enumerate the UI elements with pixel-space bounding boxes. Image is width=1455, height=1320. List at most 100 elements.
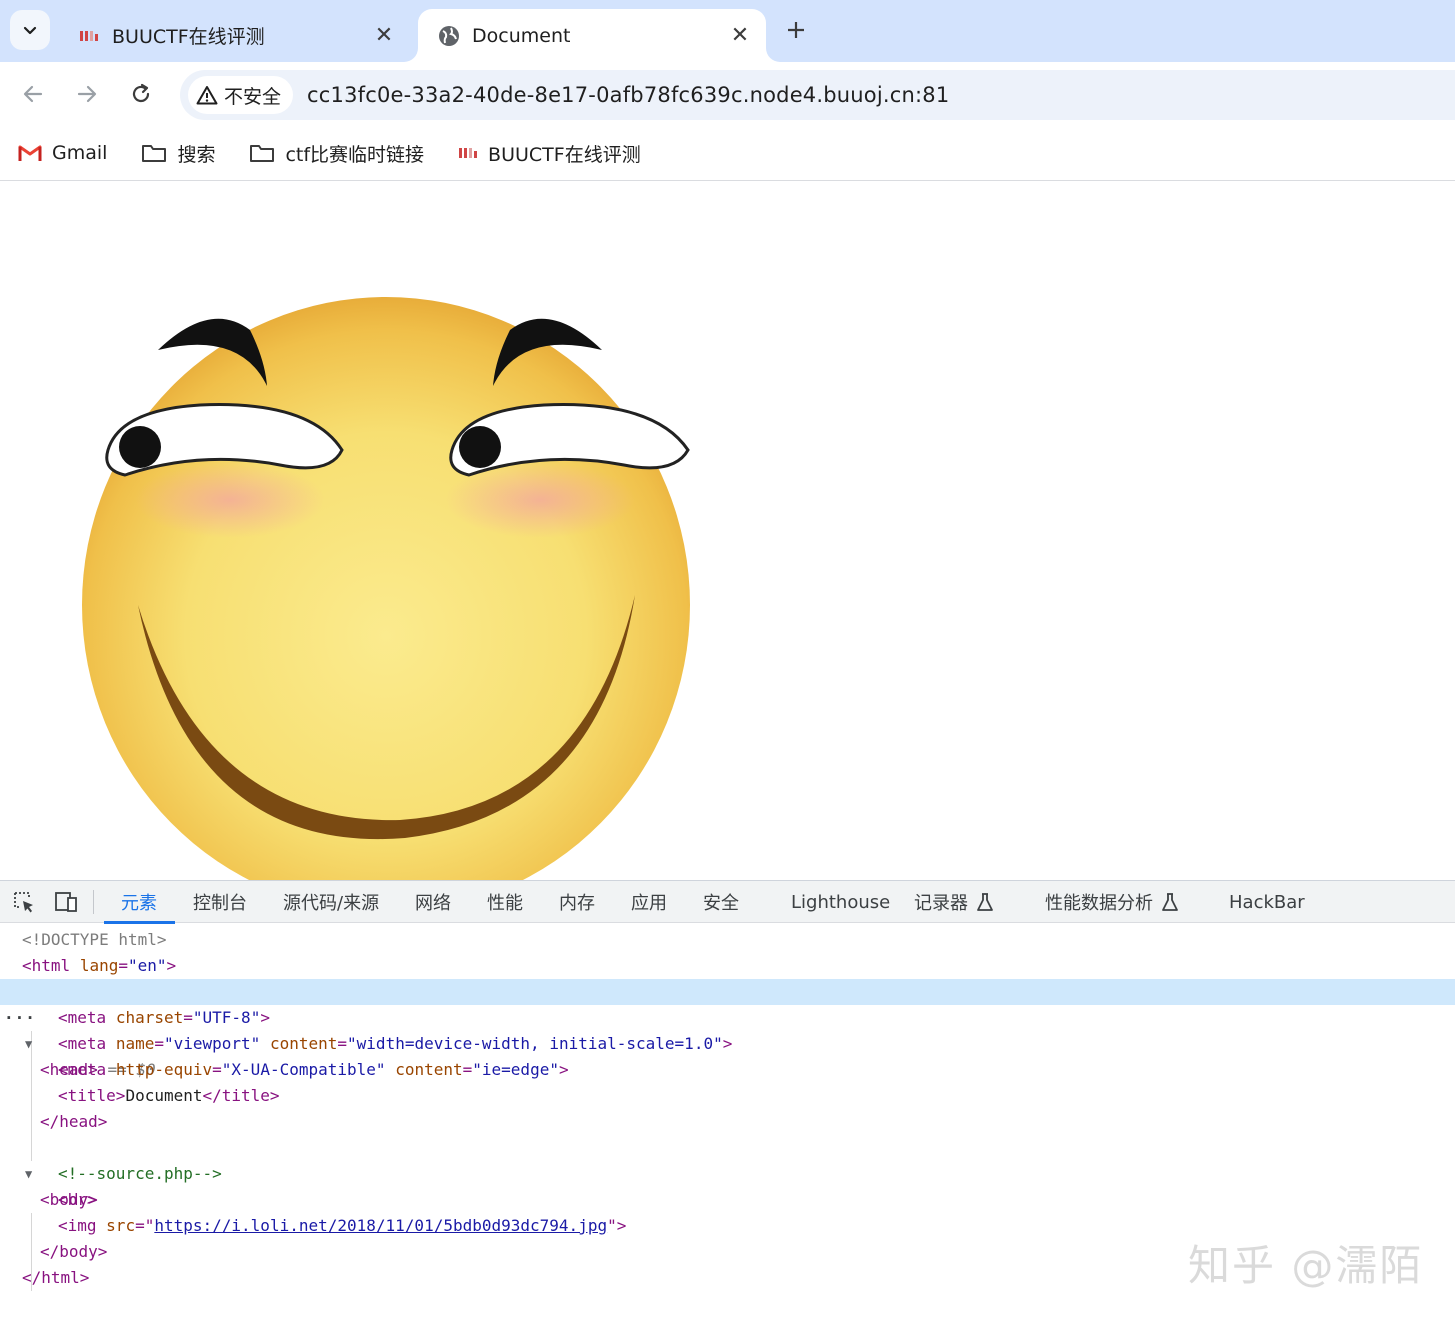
attr-value: "UTF-8"	[192, 1008, 261, 1027]
tab-title: Document	[472, 24, 571, 47]
forward-button[interactable]	[69, 76, 105, 112]
smirking-emoji-image	[82, 297, 690, 880]
gmail-icon	[18, 144, 42, 162]
attr-name: content	[269, 1034, 338, 1053]
devtools-tab-bar: 元素 控制台 源代码/来源 网络 性能 内存 应用 安全 Lighthouse …	[0, 881, 1455, 924]
reload-icon	[132, 83, 150, 103]
attr-value: "width=device-width, initial-scale=1.0"	[347, 1034, 723, 1053]
back-button[interactable]	[15, 76, 51, 112]
dom-node-doctype[interactable]: <!DOCTYPE html>	[0, 927, 1455, 953]
tab-label: 性能数据分析	[1045, 893, 1153, 914]
devtools-tab-sources[interactable]: 源代码/来源	[283, 881, 379, 923]
attr-name: name	[115, 1034, 155, 1053]
bookmarks-bar: Gmail 搜索 ctf比赛临时链接 BUUCTF在线评测	[0, 126, 1455, 181]
tab-label: 控制台	[193, 893, 247, 914]
dom-node-html[interactable]: <html lang="en">	[0, 953, 1455, 979]
tag-text: <html	[22, 956, 71, 975]
toolbar-divider	[93, 890, 94, 914]
tab-document[interactable]: Document ✕	[418, 9, 766, 62]
folder-icon	[141, 143, 167, 163]
bookmark-label: Gmail	[52, 142, 108, 164]
devtools-tab-console[interactable]: 控制台	[193, 881, 247, 923]
devtools-tab-recorder[interactable]: 记录器	[914, 881, 994, 923]
tab-label: HackBar	[1229, 891, 1305, 913]
reload-button[interactable]	[123, 76, 159, 112]
dom-node-meta-viewport[interactable]: <meta name="viewport" content="width=dev…	[0, 1031, 1455, 1057]
buuctf-favicon	[458, 146, 478, 160]
address-bar[interactable]: 不安全 cc13fc0e-33a2-40de-8e17-0afb78fc639c…	[180, 70, 1455, 120]
devtools-tab-elements[interactable]: 元素	[104, 881, 175, 924]
browser-toolbar: 不安全 cc13fc0e-33a2-40de-8e17-0afb78fc639c…	[0, 62, 1455, 126]
bookmark-folder-ctf[interactable]: ctf比赛临时链接	[249, 140, 424, 167]
tag-text: <img	[58, 1216, 97, 1235]
bookmark-folder-search[interactable]: 搜索	[141, 140, 215, 167]
inspect-icon	[14, 892, 33, 913]
close-icon[interactable]: ✕	[726, 22, 754, 50]
attr-value: "X-UA-Compatible"	[221, 1060, 386, 1079]
tag-text: >	[722, 1034, 733, 1053]
device-toolbar-button[interactable]	[52, 889, 80, 915]
attr-name: src	[106, 1216, 136, 1235]
devtools-tab-performance[interactable]: 性能	[487, 881, 523, 923]
devtools-tab-performance-insights[interactable]: 性能数据分析	[1045, 881, 1179, 923]
globe-icon	[438, 25, 460, 47]
dom-node-body[interactable]: ▼ <body>	[0, 1135, 1455, 1209]
bookmark-label: ctf比赛临时链接	[285, 143, 425, 166]
dom-node-comment[interactable]: <!--source.php-->	[0, 1161, 1455, 1187]
security-label: 不安全	[224, 85, 282, 108]
attr-name: charset	[115, 1008, 184, 1027]
tab-label: 源代码/来源	[283, 893, 380, 914]
tag-text: </body>	[40, 1242, 108, 1261]
tab-search-button[interactable]	[10, 10, 50, 50]
devtools-tab-application[interactable]: 应用	[631, 881, 667, 923]
tag-text: </title>	[202, 1086, 280, 1105]
tag-text: <meta	[58, 1060, 107, 1079]
inspect-element-button[interactable]	[10, 889, 38, 915]
dom-node-br[interactable]: <br>	[0, 1187, 1455, 1213]
tab-label: Lighthouse	[791, 891, 891, 913]
tag-text: >	[260, 1008, 270, 1027]
attr-name: lang	[79, 956, 119, 975]
tab-label: 网络	[415, 893, 451, 914]
tag-text: <meta	[58, 1034, 107, 1053]
devtools-tab-network[interactable]: 网络	[415, 881, 451, 923]
security-chip[interactable]: 不安全	[188, 76, 294, 114]
new-tab-button[interactable]	[780, 14, 812, 46]
comment-text: <!--source.php-->	[58, 1164, 222, 1183]
tab-buuctf[interactable]: BUUCTF在线评测 ✕	[58, 9, 410, 62]
bookmark-label: 搜索	[177, 143, 216, 166]
close-icon[interactable]: ✕	[370, 22, 398, 50]
flask-icon	[977, 893, 993, 911]
dom-node-head-close[interactable]: </head>	[0, 1109, 1455, 1135]
dom-node-head[interactable]: ··· ▼ <head> == $0	[0, 979, 1455, 1079]
tab-strip: BUUCTF在线评测 ✕ Document ✕	[0, 0, 1455, 62]
buuctf-favicon	[78, 25, 100, 47]
page-viewport	[0, 182, 1455, 880]
tab-label: 内存	[559, 893, 595, 914]
folder-icon	[249, 143, 275, 163]
bookmark-gmail[interactable]: Gmail	[18, 142, 107, 164]
img-src-link[interactable]: https://i.loli.net/2018/11/01/5bdb0d93dc…	[154, 1216, 607, 1235]
devtools-tab-lighthouse[interactable]: Lighthouse	[791, 881, 890, 923]
attr-value: "en"	[127, 956, 167, 975]
bookmark-buuctf[interactable]: BUUCTF在线评测	[458, 140, 641, 167]
tag-text: >	[558, 1060, 569, 1079]
tab-label: 应用	[631, 893, 667, 914]
devtools-tab-memory[interactable]: 内存	[559, 881, 595, 923]
tab-label: 元素	[121, 893, 157, 914]
node-text: Document	[125, 1086, 203, 1105]
tag-text: </head>	[40, 1112, 108, 1131]
tab-label: 记录器	[914, 893, 968, 914]
devtools-tab-hackbar[interactable]: HackBar	[1229, 881, 1305, 923]
tag-text: <meta	[58, 1008, 107, 1027]
devtools-tab-security[interactable]: 安全	[703, 881, 739, 923]
dom-node-meta-charset[interactable]: <meta charset="UTF-8">	[0, 1005, 1455, 1031]
tab-title: BUUCTF在线评测	[112, 26, 265, 48]
attr-name: http-equiv	[115, 1060, 213, 1079]
dom-node-title[interactable]: <title>Document</title>	[0, 1083, 1455, 1109]
url-text[interactable]: cc13fc0e-33a2-40de-8e17-0afb78fc639c.nod…	[307, 83, 949, 107]
dom-node-meta-compat[interactable]: <meta http-equiv="X-UA-Compatible" conte…	[0, 1057, 1455, 1083]
arrow-left-icon	[23, 85, 43, 103]
plus-icon	[788, 22, 804, 38]
tag-text: <br>	[58, 1190, 97, 1209]
